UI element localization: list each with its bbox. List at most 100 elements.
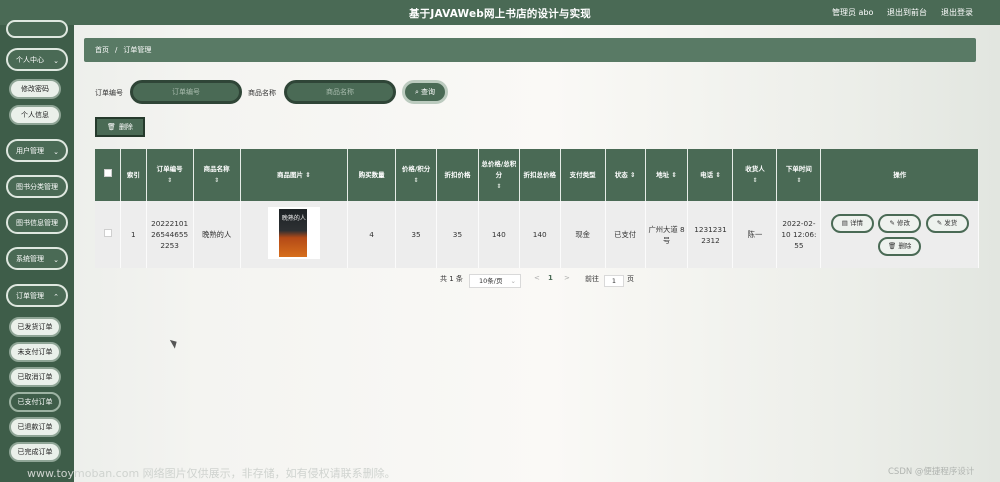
sidebar-item-user-mgmt[interactable]: 用户管理 ⌄	[6, 139, 68, 162]
batch-delete-button[interactable]: 🗑 删除	[95, 117, 145, 137]
sidebar-item-personal[interactable]: 个人中心 ⌄	[6, 48, 68, 71]
top-bar: 基于JAVAWeb网上书店的设计与实现 管理员 abo 退出到前台 退出登录	[0, 0, 1000, 25]
cell-receiver: 陈一	[732, 201, 778, 268]
cell-price: 35	[395, 201, 437, 268]
sort-icon[interactable]: ⇕	[715, 171, 720, 179]
cell-qty: 4	[347, 201, 397, 268]
col-header-order-time[interactable]: 下单时间 ⇕	[776, 149, 822, 201]
page-size-value: 10条/页	[479, 277, 503, 285]
next-page-button[interactable]: >	[564, 274, 570, 282]
col-header-phone[interactable]: 电话 ⇕	[687, 149, 734, 201]
breadcrumb-home[interactable]: 首页	[95, 45, 109, 55]
cell-image: 晚熟的人	[240, 201, 349, 268]
orders-table: 索引 订单编号 ⇕ 商品名称 ⇕ 商品图片 ⇕ 购买数量 价格/积分 ⇕ 折扣价格 总…	[95, 149, 979, 268]
table-header-row: 索引 订单编号 ⇕ 商品名称 ⇕ 商品图片 ⇕ 购买数量 价格/积分 ⇕ 折扣价格 总…	[95, 149, 979, 201]
col-header-label: 地址	[656, 170, 670, 179]
row-select-cell	[95, 201, 122, 268]
col-header-label: 电话	[700, 170, 714, 179]
col-header-total[interactable]: 总价格/总积分 ⇕	[478, 149, 520, 201]
col-header-product[interactable]: 商品名称 ⇕	[193, 149, 241, 201]
book-cover-title: 晚熟的人	[281, 215, 306, 222]
trash-icon: 🗑	[107, 123, 116, 131]
sort-icon[interactable]: ⇕	[733, 175, 776, 186]
col-header-label: 总价格/总积分	[481, 159, 517, 179]
prev-page-button[interactable]: <	[534, 274, 540, 282]
chevron-down-icon: ⌄	[53, 148, 59, 156]
cell-phone: 1231231 2312	[687, 201, 734, 268]
search-button[interactable]: ⌕ 查询	[402, 80, 448, 104]
row-checkbox[interactable]	[103, 229, 112, 237]
sidebar-item-shipped-orders[interactable]: 已发货订单	[9, 317, 61, 337]
col-header-discount-price: 折扣价格	[436, 149, 479, 201]
pagination-total: 共 1 条	[440, 275, 463, 283]
sidebar-item-partial[interactable]	[6, 20, 68, 38]
col-header-index: 索引	[120, 149, 147, 201]
ship-button[interactable]: ✎ 发货	[925, 213, 969, 233]
sort-icon[interactable]: ⇕	[147, 175, 193, 186]
sidebar-item-cancelled-orders[interactable]: 已取消订单	[9, 367, 61, 387]
goto-page-input[interactable]: 1	[604, 275, 624, 287]
col-header-receiver[interactable]: 收货人 ⇕	[732, 149, 778, 201]
col-header-label: 收货人	[745, 165, 765, 173]
detail-button[interactable]: ▤ 详情	[830, 213, 874, 233]
col-header-status[interactable]: 状态 ⇕	[605, 149, 646, 201]
sidebar-item-change-password[interactable]: 修改密码	[9, 79, 61, 99]
row-delete-button[interactable]: 🗑 删除	[878, 236, 922, 256]
sort-icon[interactable]: ⇕	[396, 175, 436, 186]
sidebar-item-category-mgmt[interactable]: 图书分类管理	[6, 175, 68, 198]
page-number-current[interactable]: 1	[548, 274, 553, 282]
search-icon: ⌕	[415, 87, 419, 96]
goto-label: 前往	[585, 275, 599, 283]
sidebar-item-label: 订单管理	[16, 291, 44, 300]
col-header-label: 商品图片	[277, 170, 303, 179]
col-header-label: 价格/积分	[401, 165, 431, 173]
edit-icon: ✎	[889, 218, 895, 227]
sort-icon[interactable]: ⇕	[777, 175, 820, 186]
sidebar-item-paid-orders[interactable]: 已支付订单	[9, 392, 61, 412]
edit-icon: ✎	[936, 218, 943, 227]
select-all-checkbox[interactable]	[103, 169, 112, 177]
col-header-pay-type: 支付类型	[560, 149, 606, 201]
cell-actions: ▤ 详情 ✎ 修改 ✎ 发货 🗑 删除	[820, 201, 979, 268]
cell-total: 140	[478, 201, 520, 268]
edit-button[interactable]: ✎ 修改	[878, 213, 922, 233]
order-no-input[interactable]: 订单编号	[130, 80, 242, 104]
sidebar-item-book-mgmt[interactable]: 图书信息管理	[6, 211, 68, 234]
product-name-input[interactable]: 商品名称	[284, 80, 396, 104]
back-to-frontend-link[interactable]: 退出到前台	[887, 7, 927, 18]
sort-icon[interactable]: ⇕	[305, 171, 310, 179]
cell-discount-price: 35	[436, 201, 479, 268]
sort-icon[interactable]: ⇕	[630, 171, 635, 179]
col-header-label: 下单时间	[785, 165, 812, 173]
logout-link[interactable]: 退出登录	[941, 7, 973, 18]
sort-icon[interactable]: ⇕	[194, 175, 240, 186]
ship-button-label: 发货	[944, 218, 958, 227]
trash-icon: 🗑	[888, 241, 897, 250]
book-cover-image: 晚熟的人	[267, 207, 320, 259]
cell-order-time: 2022-02- 10 12:06: 55	[776, 201, 822, 268]
sidebar-item-order-mgmt[interactable]: 订单管理 ⌃	[6, 284, 68, 307]
sidebar-item-refunded-orders[interactable]: 已退款订单	[9, 417, 61, 437]
sort-icon[interactable]: ⇕	[671, 171, 676, 179]
sidebar-item-label: 个人中心	[16, 55, 44, 64]
sort-icon[interactable]: ⇕	[479, 181, 519, 192]
product-name-label: 商品名称	[248, 89, 276, 97]
page-size-select[interactable]: 10条/页 ⌄	[469, 274, 521, 288]
col-header-order-no[interactable]: 订单编号 ⇕	[146, 149, 194, 201]
col-header-address[interactable]: 地址 ⇕	[645, 149, 689, 201]
sidebar-item-system-mgmt[interactable]: 系统管理 ⌄	[6, 247, 68, 270]
col-header-label: 订单编号	[156, 165, 183, 173]
chevron-down-icon: ⌄	[53, 256, 59, 264]
cell-address: 广州大道 8号	[645, 201, 689, 268]
sidebar-item-unpaid-orders[interactable]: 未支付订单	[9, 342, 61, 362]
row-delete-button-label: 删除	[898, 241, 912, 250]
sidebar-item-personal-info[interactable]: 个人信息	[9, 105, 61, 125]
sidebar-item-label: 图书分类管理	[16, 182, 58, 191]
col-header-price[interactable]: 价格/积分 ⇕	[395, 149, 437, 201]
table-row: 1 20222101 26544655 2253 晚熟的人 晚熟的人 4 35 …	[95, 201, 979, 268]
chevron-up-icon: ⌃	[53, 293, 59, 301]
cell-index: 1	[120, 201, 147, 268]
col-header-image[interactable]: 商品图片 ⇕	[240, 149, 349, 201]
sidebar-item-completed-orders[interactable]: 已完成订单	[9, 442, 61, 462]
sidebar: 个人中心 ⌄ 修改密码 个人信息 用户管理 ⌄ 图书分类管理 图书信息管理 系统…	[0, 20, 74, 482]
